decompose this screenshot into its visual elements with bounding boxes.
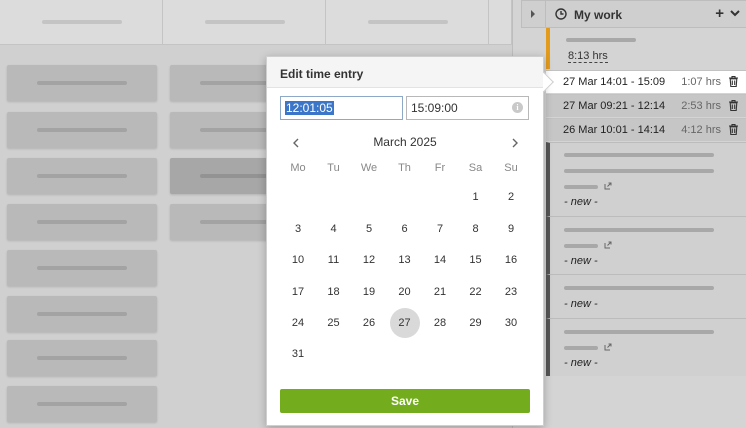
end-time-value: 15:09:00 [411,101,458,115]
column-header [326,0,489,45]
time-entry-range: 27 Mar 09:21 - 12:14 [563,100,666,112]
calendar-day[interactable]: 1 [461,182,491,212]
clock-icon [555,8,567,20]
weekday-label: Tu [327,162,340,174]
end-time-input[interactable]: 15:09:00 i [406,96,529,120]
calendar-day[interactable]: 2 [496,182,526,212]
board-card[interactable] [7,65,157,101]
weekday-label: Su [504,162,518,174]
time-entry-row[interactable]: 27 Mar 14:01 - 15:09 1:07 hrs [546,70,746,93]
calendar-day[interactable]: 8 [461,214,491,244]
chevron-down-icon[interactable] [730,10,740,17]
calendar-day[interactable]: 3 [283,214,313,244]
task-label: - new - [564,255,598,267]
board-card[interactable] [7,204,157,240]
panel-title: My work [574,8,623,22]
column-header [0,0,163,45]
calendar-day[interactable]: 21 [425,277,455,307]
weekday-label: Sa [468,162,483,174]
weekday-label: We [360,162,378,174]
weekday-label: Mo [290,162,306,174]
collapse-panel-button[interactable] [522,1,546,27]
edit-time-entry-popover: Edit time entry 12:01:05 15:09:00 i Marc… [266,56,554,426]
task-label: - new - [564,196,598,208]
calendar-day[interactable]: 14 [425,245,455,275]
task-item[interactable]: - new - [546,142,746,216]
board-card[interactable] [170,204,280,240]
calendar-day[interactable]: 9 [496,214,526,244]
weekday-label: Th [398,162,411,174]
plus-icon[interactable]: + [715,6,724,21]
running-total[interactable]: 8:13 hrs [568,50,608,63]
board-card[interactable] [7,296,157,332]
calendar-day[interactable]: 5 [354,214,384,244]
board-card[interactable] [170,65,280,101]
board-card[interactable] [7,158,157,194]
board-card[interactable] [170,158,280,194]
save-button[interactable]: Save [280,389,530,413]
start-time-input[interactable]: 12:01:05 [280,96,403,120]
chevron-right-icon[interactable] [507,135,523,151]
task-item[interactable]: - new - [546,318,746,376]
calendar-day[interactable]: 19 [354,277,384,307]
task-item[interactable]: - new - [546,216,746,274]
calendar-day[interactable]: 4 [319,214,349,244]
time-entry-range: 26 Mar 10:01 - 14:14 [563,124,666,136]
chevron-right-icon [531,10,535,18]
calendar-day[interactable]: 26 [354,308,384,338]
calendar-day[interactable]: 15 [461,245,491,275]
task-label: - new - [564,298,598,310]
calendar-day[interactable]: 28 [425,308,455,338]
board-card[interactable] [7,386,157,422]
column-header [489,0,512,45]
info-icon[interactable]: i [512,102,523,113]
calendar-day[interactable]: 13 [390,245,420,275]
calendar-day[interactable]: 7 [425,214,455,244]
weekday-label: Fr [434,162,446,174]
column-header [163,0,326,45]
board-card[interactable] [7,250,157,286]
calendar-day[interactable]: 10 [283,245,313,275]
popover-header: Edit time entry [267,57,543,88]
task-item[interactable]: - new - [546,274,746,318]
calendar-day[interactable]: 20 [390,277,420,307]
external-link-icon[interactable] [604,343,612,351]
external-link-icon[interactable] [604,241,612,249]
calendar-day[interactable]: 25 [319,308,349,338]
calendar-day[interactable]: 23 [496,277,526,307]
trash-icon[interactable] [729,124,738,135]
calendar-day[interactable]: 30 [496,308,526,338]
calendar-day[interactable]: 11 [319,245,349,275]
time-entry-duration: 1:07 hrs [681,76,721,88]
running-timer[interactable]: 8:13 hrs [546,28,746,69]
panel-header: My work + [521,0,746,28]
calendar-day[interactable]: 18 [319,277,349,307]
time-entry-duration: 4:12 hrs [681,124,721,136]
start-time-value: 12:01:05 [285,101,334,115]
calendar-day[interactable]: 24 [283,308,313,338]
my-work-panel: My work + 8:13 hrs 27 Mar 14:01 - 15:09 … [512,0,746,428]
month-label: March 2025 [373,135,437,149]
calendar-day[interactable]: 6 [390,214,420,244]
external-link-icon[interactable] [604,182,612,190]
calendar-day[interactable]: 29 [461,308,491,338]
calendar-day[interactable]: 22 [461,277,491,307]
calendar-day[interactable]: 27 [389,308,420,338]
task-label: - new - [564,357,598,369]
popover-title: Edit time entry [280,67,364,81]
board-card[interactable] [170,112,280,148]
trash-icon[interactable] [729,76,738,87]
board-card[interactable] [7,340,157,376]
time-entry-duration: 2:53 hrs [681,100,721,112]
chevron-left-icon[interactable] [288,135,304,151]
trash-icon[interactable] [729,100,738,111]
calendar-day[interactable]: 12 [354,245,384,275]
calendar-day[interactable]: 17 [283,277,313,307]
time-entry-row[interactable]: 27 Mar 09:21 - 12:14 2:53 hrs [546,94,746,117]
time-entry-row[interactable]: 26 Mar 10:01 - 14:14 4:12 hrs [546,118,746,141]
board-card[interactable] [7,112,157,148]
calendar-day[interactable]: 31 [283,339,313,369]
calendar-day[interactable]: 16 [496,245,526,275]
time-entry-range: 27 Mar 14:01 - 15:09 [563,76,666,88]
